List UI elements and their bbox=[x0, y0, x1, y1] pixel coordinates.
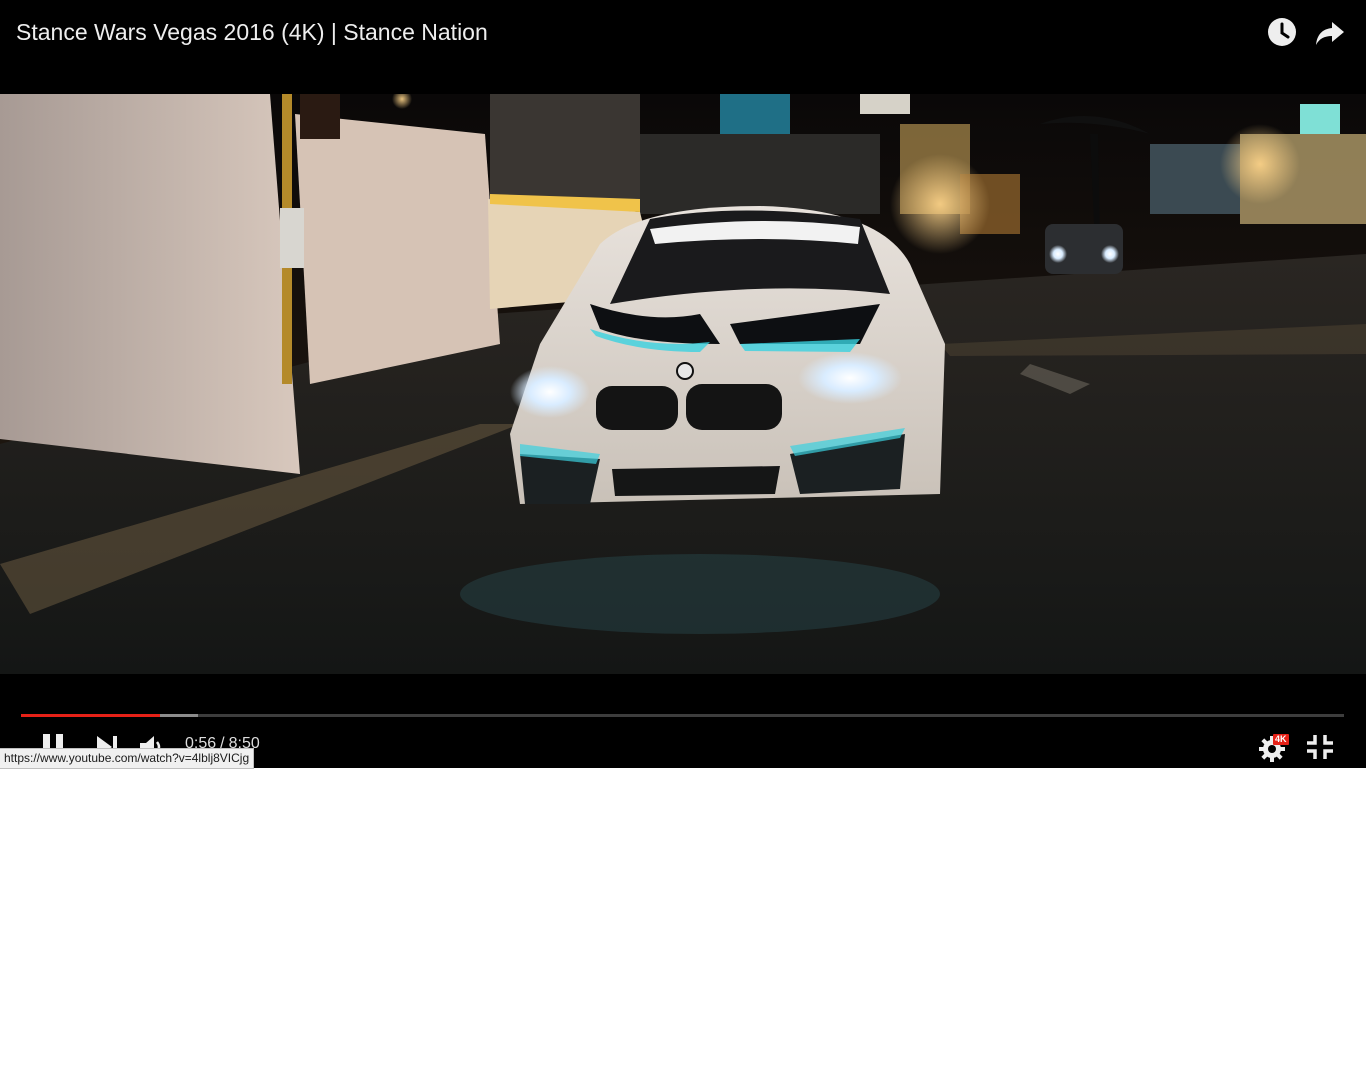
watch-later-button[interactable] bbox=[1266, 16, 1298, 48]
exit-fullscreen-icon bbox=[1307, 735, 1333, 759]
quality-badge: 4K bbox=[1273, 734, 1289, 745]
progress-played bbox=[21, 714, 160, 717]
progress-bar[interactable] bbox=[21, 714, 1344, 717]
exit-fullscreen-button[interactable] bbox=[1303, 730, 1337, 764]
clock-icon bbox=[1268, 18, 1296, 46]
share-arrow-icon bbox=[1316, 22, 1344, 45]
title-bar: Stance Wars Vegas 2016 (4K) | Stance Nat… bbox=[0, 0, 1366, 64]
video-player[interactable]: Stance Wars Vegas 2016 (4K) | Stance Nat… bbox=[0, 0, 1366, 768]
video-title[interactable]: Stance Wars Vegas 2016 (4K) | Stance Nat… bbox=[16, 18, 488, 46]
status-bar-url: https://www.youtube.com/watch?v=4lblj8VI… bbox=[0, 748, 255, 769]
night-street-scene bbox=[0, 89, 1366, 674]
share-button[interactable] bbox=[1314, 16, 1346, 48]
video-frame[interactable] bbox=[0, 89, 1366, 674]
